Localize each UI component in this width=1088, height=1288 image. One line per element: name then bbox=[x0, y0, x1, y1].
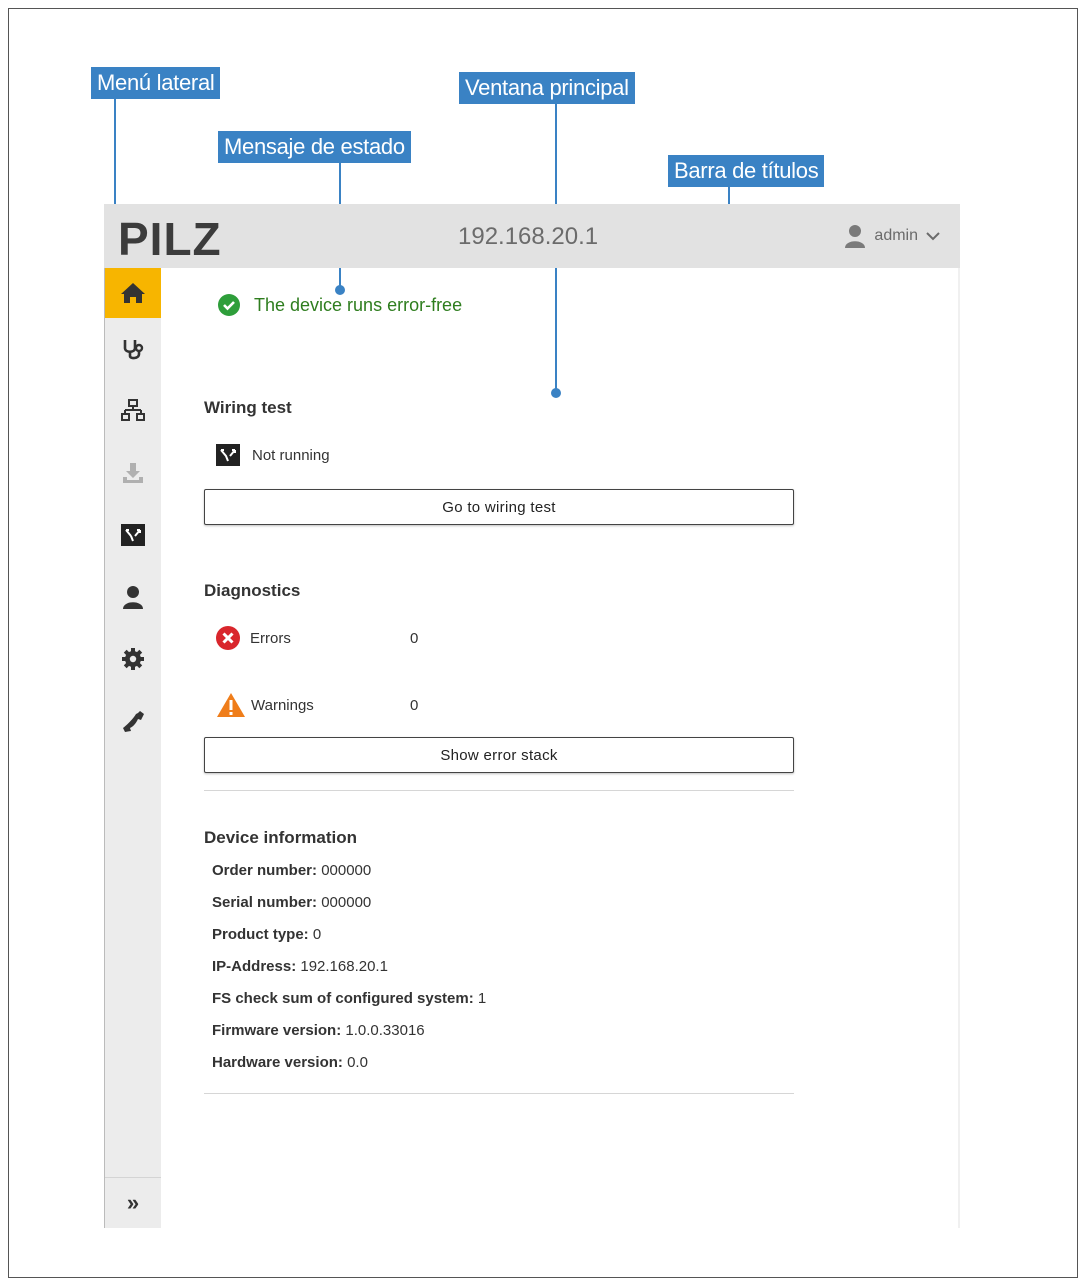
wiring-test-icon bbox=[121, 524, 145, 546]
callout-mensaje-estado: Mensaje de estado bbox=[218, 131, 411, 163]
nav-diagnostics[interactable] bbox=[105, 318, 161, 380]
warnings-row: Warnings 0 bbox=[216, 692, 418, 718]
warnings-label: Warnings bbox=[251, 696, 314, 714]
info-label: Order number: bbox=[212, 862, 318, 879]
user-menu[interactable]: admin bbox=[844, 224, 940, 248]
gear-icon bbox=[122, 648, 144, 670]
status-text: The device runs error-free bbox=[254, 294, 463, 315]
errors-row: Errors 0 bbox=[216, 626, 418, 650]
download-icon bbox=[123, 463, 143, 483]
info-label: Serial number: bbox=[212, 894, 318, 911]
wiring-test-heading: Wiring test bbox=[204, 398, 292, 417]
info-value: 1.0.0.33016 bbox=[345, 1022, 425, 1039]
user-icon bbox=[845, 225, 866, 248]
nav-download bbox=[105, 442, 161, 504]
nav-wiring-test[interactable] bbox=[105, 504, 161, 566]
pilz-logo: PILZ bbox=[118, 213, 222, 265]
side-menu: » bbox=[104, 268, 161, 1228]
sidebar-expand-button[interactable]: » bbox=[105, 1177, 161, 1228]
wiring-test-state: Not running bbox=[216, 444, 330, 466]
info-order-number: Order number: 000000 bbox=[212, 862, 371, 879]
errors-value: 0 bbox=[410, 629, 419, 647]
info-label: IP-Address: bbox=[212, 958, 297, 975]
nav-network[interactable] bbox=[105, 380, 161, 442]
nav-home[interactable] bbox=[105, 268, 161, 318]
info-label: FS check sum of configured system: bbox=[212, 990, 474, 1007]
warning-icon bbox=[217, 693, 245, 717]
info-value: 000000 bbox=[321, 894, 372, 911]
go-to-wiring-test-button[interactable]: Go to wiring test bbox=[204, 489, 794, 525]
errors-label: Errors bbox=[250, 629, 291, 647]
diagnostics-heading: Diagnostics bbox=[204, 581, 301, 600]
info-value: 000000 bbox=[321, 862, 372, 879]
info-fs-checksum: FS check sum of configured system: 1 bbox=[212, 990, 486, 1007]
info-label: Product type: bbox=[212, 926, 309, 943]
title-bar: PILZ 192.168.20.1 admin bbox=[104, 204, 960, 268]
info-label: Hardware version: bbox=[212, 1054, 343, 1071]
nav-settings[interactable] bbox=[105, 628, 161, 690]
info-ip-address: IP-Address: 192.168.20.1 bbox=[212, 958, 388, 975]
info-serial-number: Serial number: 000000 bbox=[212, 894, 371, 911]
check-circle-icon bbox=[218, 294, 240, 316]
warnings-value: 0 bbox=[410, 696, 419, 714]
callout-menu-lateral: Menú lateral bbox=[91, 67, 221, 99]
user-name: admin bbox=[874, 227, 918, 244]
wiring-test-icon bbox=[216, 444, 240, 466]
device-information-heading: Device information bbox=[204, 828, 358, 847]
divider bbox=[204, 790, 794, 791]
info-hardware-version: Hardware version: 0.0 bbox=[212, 1054, 368, 1071]
callout-barra-titulos: Barra de títulos bbox=[668, 155, 825, 187]
info-label: Firmware version: bbox=[212, 1022, 342, 1039]
phone-icon bbox=[123, 711, 144, 732]
info-value: 192.168.20.1 bbox=[300, 958, 388, 975]
stethoscope-icon bbox=[123, 340, 144, 360]
error-icon bbox=[216, 626, 240, 650]
info-product-type: Product type: 0 bbox=[212, 926, 321, 943]
status-message: The device runs error-free bbox=[218, 294, 462, 316]
home-icon bbox=[121, 283, 145, 303]
info-value: 1 bbox=[477, 990, 487, 1007]
show-error-stack-button[interactable]: Show error stack bbox=[204, 737, 794, 773]
nav-contact[interactable] bbox=[105, 690, 161, 752]
info-value: 0.0 bbox=[347, 1054, 368, 1071]
chevron-down-icon bbox=[926, 232, 940, 241]
info-firmware-version: Firmware version: 1.0.0.33016 bbox=[212, 1022, 425, 1039]
user-icon bbox=[123, 586, 143, 609]
network-icon bbox=[121, 399, 145, 421]
nav-users[interactable] bbox=[105, 566, 161, 628]
info-value: 0 bbox=[312, 926, 322, 943]
divider bbox=[204, 1093, 794, 1094]
wiring-test-state-text: Not running bbox=[252, 446, 330, 464]
window-edge bbox=[958, 268, 960, 1228]
callout-ventana-principal: Ventana principal bbox=[459, 72, 635, 104]
device-ip-title: 192.168.20.1 bbox=[458, 223, 599, 250]
web-interface: PILZ 192.168.20.1 admin » The device run… bbox=[104, 204, 960, 1228]
